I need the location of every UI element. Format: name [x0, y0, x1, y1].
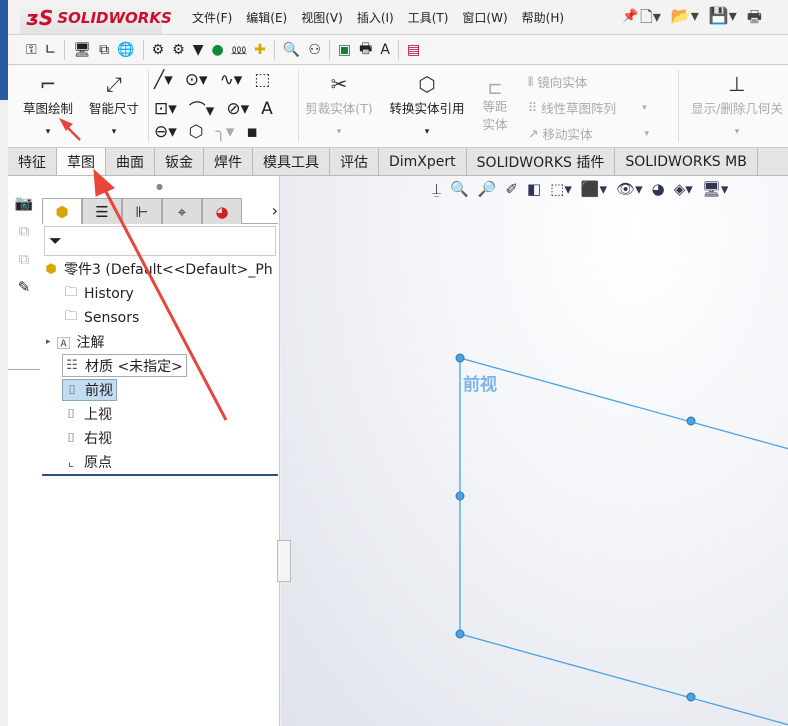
big-arrow [102, 187, 228, 421]
plane-handle[interactable] [686, 692, 696, 702]
plane-handle[interactable] [686, 416, 696, 426]
plane-label: 前视 [463, 375, 497, 395]
overlay [58, 117, 788, 726]
front-plane[interactable] [459, 357, 788, 726]
plane-handle[interactable] [455, 491, 465, 501]
plane-outline [459, 357, 788, 726]
small-arrow-head [58, 117, 73, 131]
big-arrow-head [93, 168, 115, 197]
plane-handle[interactable] [455, 629, 465, 639]
annotation-arrows [58, 117, 228, 421]
plane-handle[interactable] [455, 353, 465, 363]
